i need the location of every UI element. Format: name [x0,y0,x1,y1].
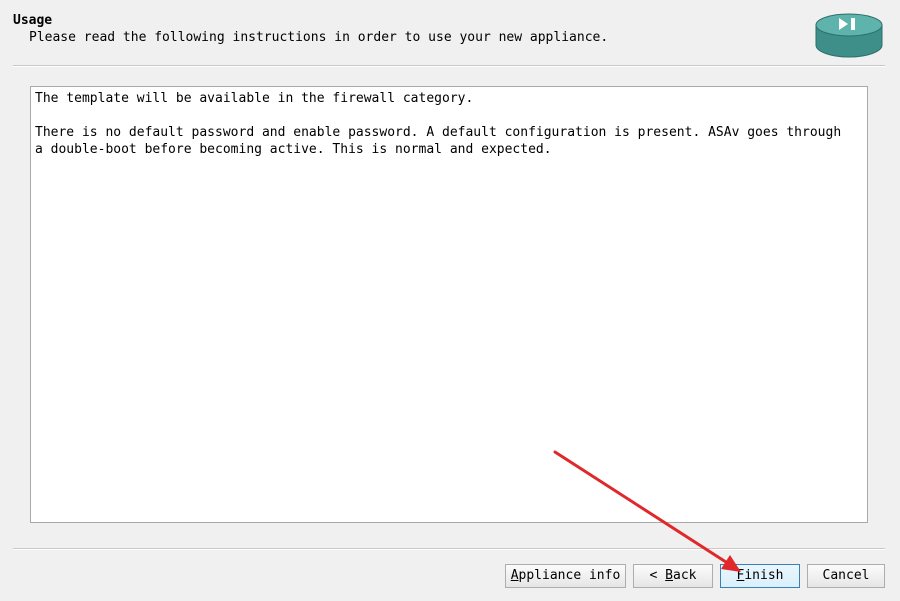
back-prefix: < [649,568,666,583]
usage-text-area[interactable]: The template will be available in the fi… [30,86,868,523]
header-separator [13,65,885,67]
footer-separator [13,548,885,550]
cancel-label: Cancel [822,568,870,583]
wizard-header: Usage Please read the following instruct… [0,0,900,66]
finish-button[interactable]: Finish [720,564,800,588]
back-label: ack [673,568,697,583]
back-mnemonic: B [665,568,673,583]
appliance-info-label: ppliance info [518,568,621,583]
router-forward-icon [815,13,883,58]
finish-label: inish [744,568,784,583]
cancel-button[interactable]: Cancel [807,564,885,588]
usage-paragraph-1: The template will be available in the fi… [35,91,474,106]
page-title: Usage [13,13,53,28]
usage-paragraph-2: There is no default password and enable … [35,125,842,157]
appliance-info-mnemonic: A [510,568,519,583]
appliance-info-button[interactable]: Appliance info [505,564,626,588]
page-subtitle: Please read the following instructions i… [29,30,609,45]
back-button[interactable]: < Back [633,564,713,588]
